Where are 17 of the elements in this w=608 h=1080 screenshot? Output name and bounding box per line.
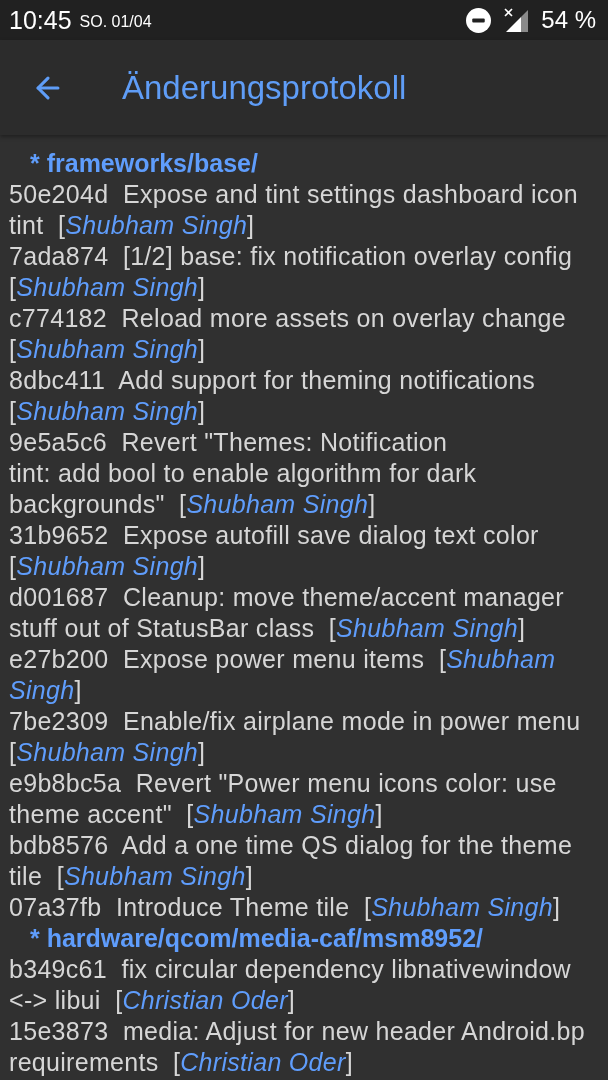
changelog-entry: 15e3873 media: Adjust for new header Android.bp requirements [Christian Oder] — [9, 1016, 586, 1078]
date-text: SO. 01/04 — [79, 14, 152, 30]
changelog-entry: 9e5a5c6 Revert "Themes: Notification tint: add bool to enable algorithm for dark backgrounds" [Shubham Singh] — [9, 427, 478, 520]
do-not-disturb-icon — [466, 7, 492, 33]
changelog-entry: 50e204d Expose and tint settings dashboard icon tint [Shubham Singh] — [9, 179, 579, 241]
changelog-entry: c774182 Reload more assets on overlay change [Shubham Singh] — [9, 303, 567, 365]
signal-icon — [504, 8, 529, 32]
changelog-entry: 07a37fb Introduce Theme tile [Shubham Singh] — [9, 892, 562, 923]
changelog-entry: bdb8576 Add a one time QS dialog for the theme tile [Shubham Singh] — [9, 830, 574, 892]
clock-time: 10:45 — [9, 7, 72, 33]
section-heading: * frameworks/base/ — [29, 148, 259, 179]
changelog-entry: b349c61 fix circular dependency libnativewindow <-> libui [Christian Oder] — [9, 954, 572, 1016]
battery-percent: 54 % — [541, 8, 596, 32]
changelog-entry: 8dbc411 Add support for theming notifications [Shubham Singh] — [9, 365, 537, 427]
screen-title: Änderungsprotokoll — [122, 71, 407, 104]
changelog-entry: e27b200 Expose power menu items [Shubham Singh] — [9, 644, 557, 706]
section-heading: * hardware/qcom/media-caf/msm8952/ — [29, 923, 484, 954]
